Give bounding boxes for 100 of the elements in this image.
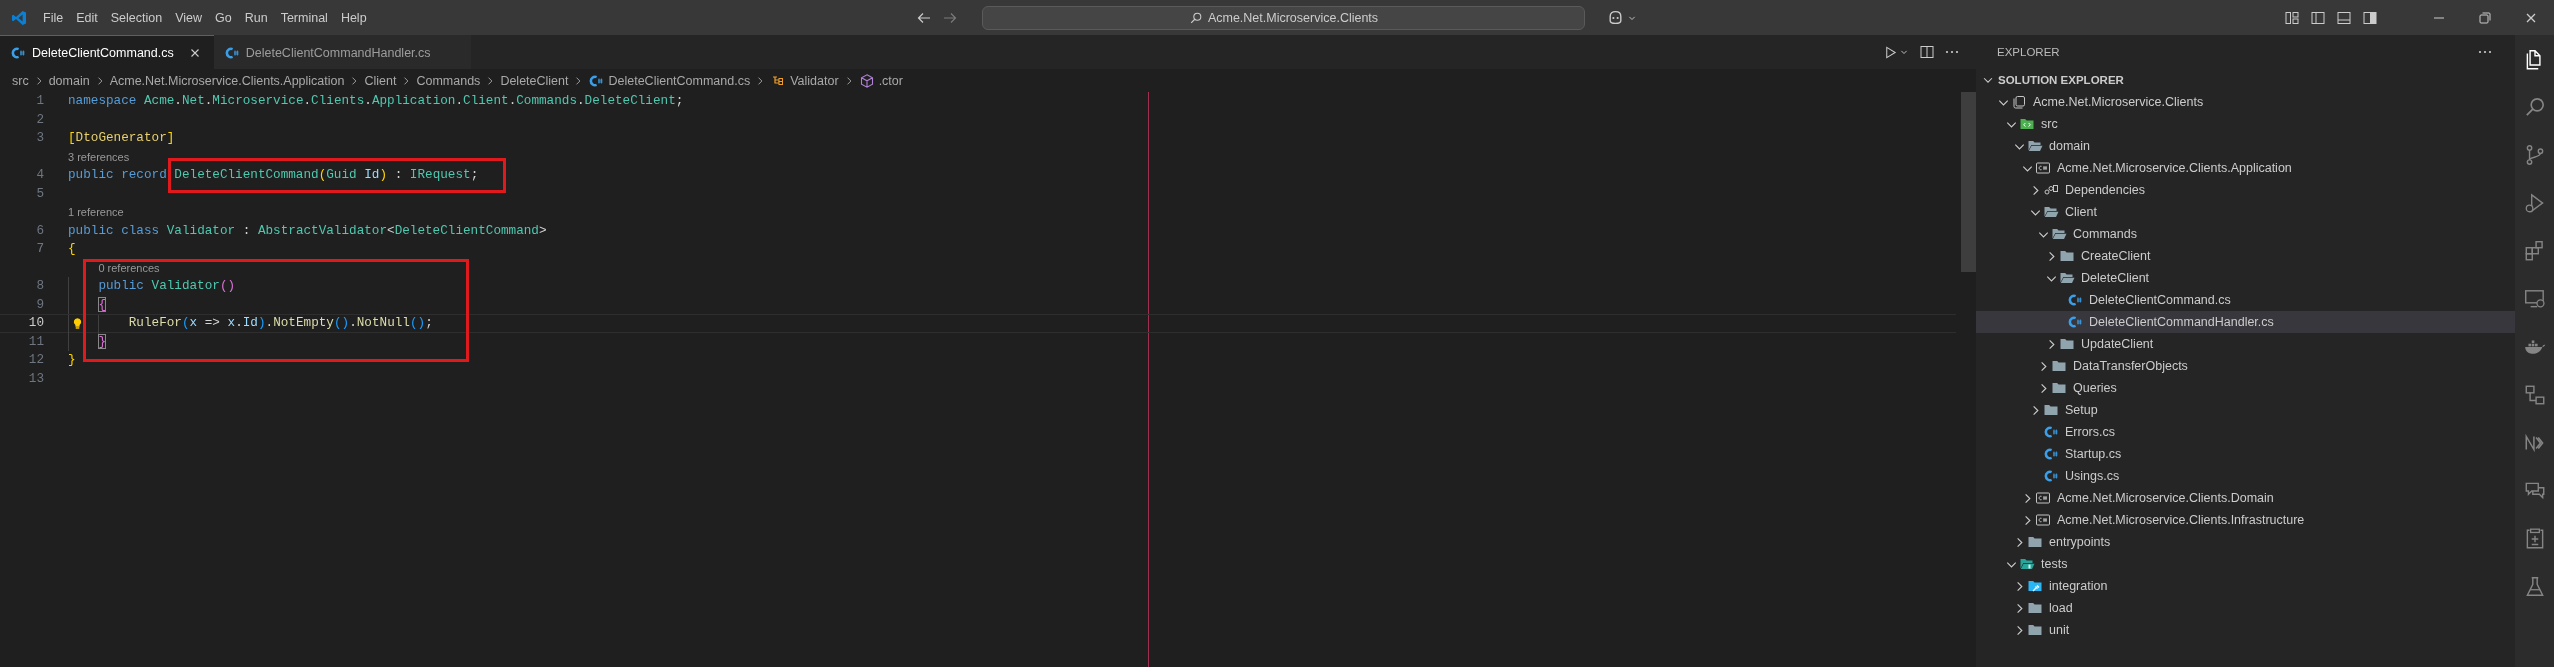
tree-item[interactable]: Queries [1976, 377, 2515, 399]
folder-icon [2051, 380, 2067, 396]
line-number: 7 [35, 240, 44, 258]
dependencies-icon [2043, 182, 2059, 198]
panel-toggle-icon[interactable] [2336, 9, 2352, 26]
breadcrumb-item[interactable]: Commands [416, 73, 481, 88]
tab[interactable]: DeleteClientCommandHandler.cs [213, 35, 471, 69]
breadcrumb-item[interactable]: src [12, 73, 29, 88]
csharp-file-icon [2067, 314, 2083, 330]
solution-icon [2011, 94, 2027, 110]
line-number: 2 [35, 110, 44, 129]
logo-icon [11, 9, 27, 26]
breadcrumb-item[interactable]: DeleteClientCommand.cs [588, 72, 751, 89]
line-number: 8 [35, 277, 44, 295]
code-line: RuleFor(x => x.Id).NotEmpty().NotNull(); [128, 315, 433, 332]
restore-icon[interactable] [2477, 9, 2493, 26]
csharp-project-icon [2035, 512, 2051, 528]
code-line: DeleteClientCommand(Guid Id) : IRequest; [174, 166, 479, 184]
csharp-file-icon [2067, 292, 2083, 308]
panel-title: EXPLORER [1997, 46, 2060, 58]
csharp-file-icon [2043, 468, 2059, 484]
codelens-link[interactable]: 3 references [68, 147, 130, 166]
tree-item[interactable]: CreateClient [1976, 245, 2515, 267]
breadcrumb-item[interactable]: Client [364, 73, 397, 88]
tree-item[interactable]: DeleteClient [1976, 267, 2515, 289]
tree-item[interactable]: src [1976, 113, 2515, 135]
tree-item[interactable]: Acme.Net.Microservice.Clients [1976, 91, 2515, 113]
menu-item[interactable]: Go [209, 7, 238, 28]
code-line: } [68, 351, 76, 369]
tree-item[interactable]: unit [1976, 619, 2515, 641]
csharp-project-icon [2035, 490, 2051, 506]
tree-item[interactable]: Dependencies [1976, 179, 2515, 201]
code-line: public class Validator : AbstractValidator<DeleteClientCommand> [68, 221, 547, 240]
line-number: 4 [35, 166, 44, 184]
menu-item[interactable]: Help [334, 7, 373, 28]
tree-item[interactable]: domain [1976, 135, 2515, 157]
tree-item[interactable]: Usings.cs [1976, 465, 2515, 487]
tree-item[interactable]: Startup.cs [1976, 443, 2515, 465]
secondary-sidebar-toggle-icon[interactable] [2362, 9, 2378, 26]
line-number: 11 [27, 332, 44, 351]
tree-item[interactable]: UpdateClient [1976, 333, 2515, 355]
tree-item[interactable]: Client [1976, 201, 2515, 223]
folder-icon [2059, 336, 2075, 352]
line-number: 10 [27, 315, 44, 332]
tree-item[interactable]: Acme.Net.Microservice.Clients.Application [1976, 157, 2515, 179]
breadcrumb-item[interactable]: .ctor [858, 72, 903, 89]
folder-icon [2059, 248, 2075, 264]
tree-item[interactable]: integration [1976, 575, 2515, 597]
cube-icon [858, 72, 875, 89]
code-folder-icon [2019, 116, 2035, 132]
line-number: 12 [27, 351, 44, 369]
folder-icon [2027, 534, 2043, 550]
tree-item[interactable]: Commands [1976, 223, 2515, 245]
tree-item[interactable]: tests [1976, 553, 2515, 575]
breadcrumb-item[interactable]: domain [48, 73, 90, 88]
tree-item[interactable]: Setup [1976, 399, 2515, 421]
menu-item[interactable]: View [169, 7, 208, 28]
folder-icon [2043, 402, 2059, 418]
line-number: 6 [35, 221, 44, 240]
code-line: } [98, 332, 106, 351]
code-line: { [98, 295, 106, 314]
plug-folder-icon [2027, 578, 2043, 594]
menu-item[interactable]: Selection [104, 7, 169, 28]
section-header[interactable]: SOLUTION EXPLORER [1976, 69, 2515, 91]
layout-icon[interactable] [2284, 9, 2300, 26]
tree-item[interactable]: Acme.Net.Microservice.Clients.Infrastructure [1976, 509, 2515, 531]
csharp-file-icon [2043, 424, 2059, 440]
csharp-project-icon [2035, 160, 2051, 176]
tree-item[interactable]: entrypoints [1976, 531, 2515, 553]
test-folder-icon [2019, 556, 2035, 572]
breadcrumb-item[interactable]: DeleteClient [500, 73, 569, 88]
code-line: [DtoGenerator] [68, 129, 175, 147]
command-center[interactable]: Acme.Net.Microservice.Clients [982, 5, 1585, 30]
menu-item[interactable]: Terminal [274, 7, 334, 28]
line-number: 13 [27, 369, 44, 388]
scrollbar-thumb[interactable] [1961, 92, 1976, 272]
breadcrumb-item[interactable]: Validator [770, 72, 839, 89]
menu-item[interactable]: Run [238, 7, 274, 28]
line-number: 1 [35, 92, 44, 110]
split-editor-icon[interactable] [1919, 44, 1935, 60]
tab[interactable]: DeleteClientCommand.cs [0, 35, 214, 69]
breadcrumb-item[interactable]: Acme.Net.Microservice.Clients.Application [109, 73, 345, 88]
sidebar-toggle-icon[interactable] [2310, 9, 2326, 26]
lightbulb-icon[interactable] [71, 317, 84, 330]
menu-item[interactable]: File [37, 7, 70, 28]
tree-item[interactable]: DeleteClientCommandHandler.cs [1976, 311, 2515, 333]
line-number: 3 [35, 129, 44, 147]
tree-item[interactable]: Acme.Net.Microservice.Clients.Domain [1976, 487, 2515, 509]
folder-icon [2027, 600, 2043, 616]
folder-icon [2027, 622, 2043, 638]
search-icon [1188, 10, 1203, 25]
codelens-link[interactable]: 1 reference [68, 203, 124, 222]
codelens-link[interactable]: 0 references [98, 258, 160, 277]
tree-item[interactable]: DataTransferObjects [1976, 355, 2515, 377]
menu-item[interactable]: Edit [70, 7, 104, 28]
tree-item[interactable]: load [1976, 597, 2515, 619]
tree-item[interactable]: Errors.cs [1976, 421, 2515, 443]
code-line: public record [68, 166, 167, 184]
run-icon[interactable] [1883, 44, 1898, 60]
tree-item[interactable]: DeleteClientCommand.cs [1976, 289, 2515, 311]
